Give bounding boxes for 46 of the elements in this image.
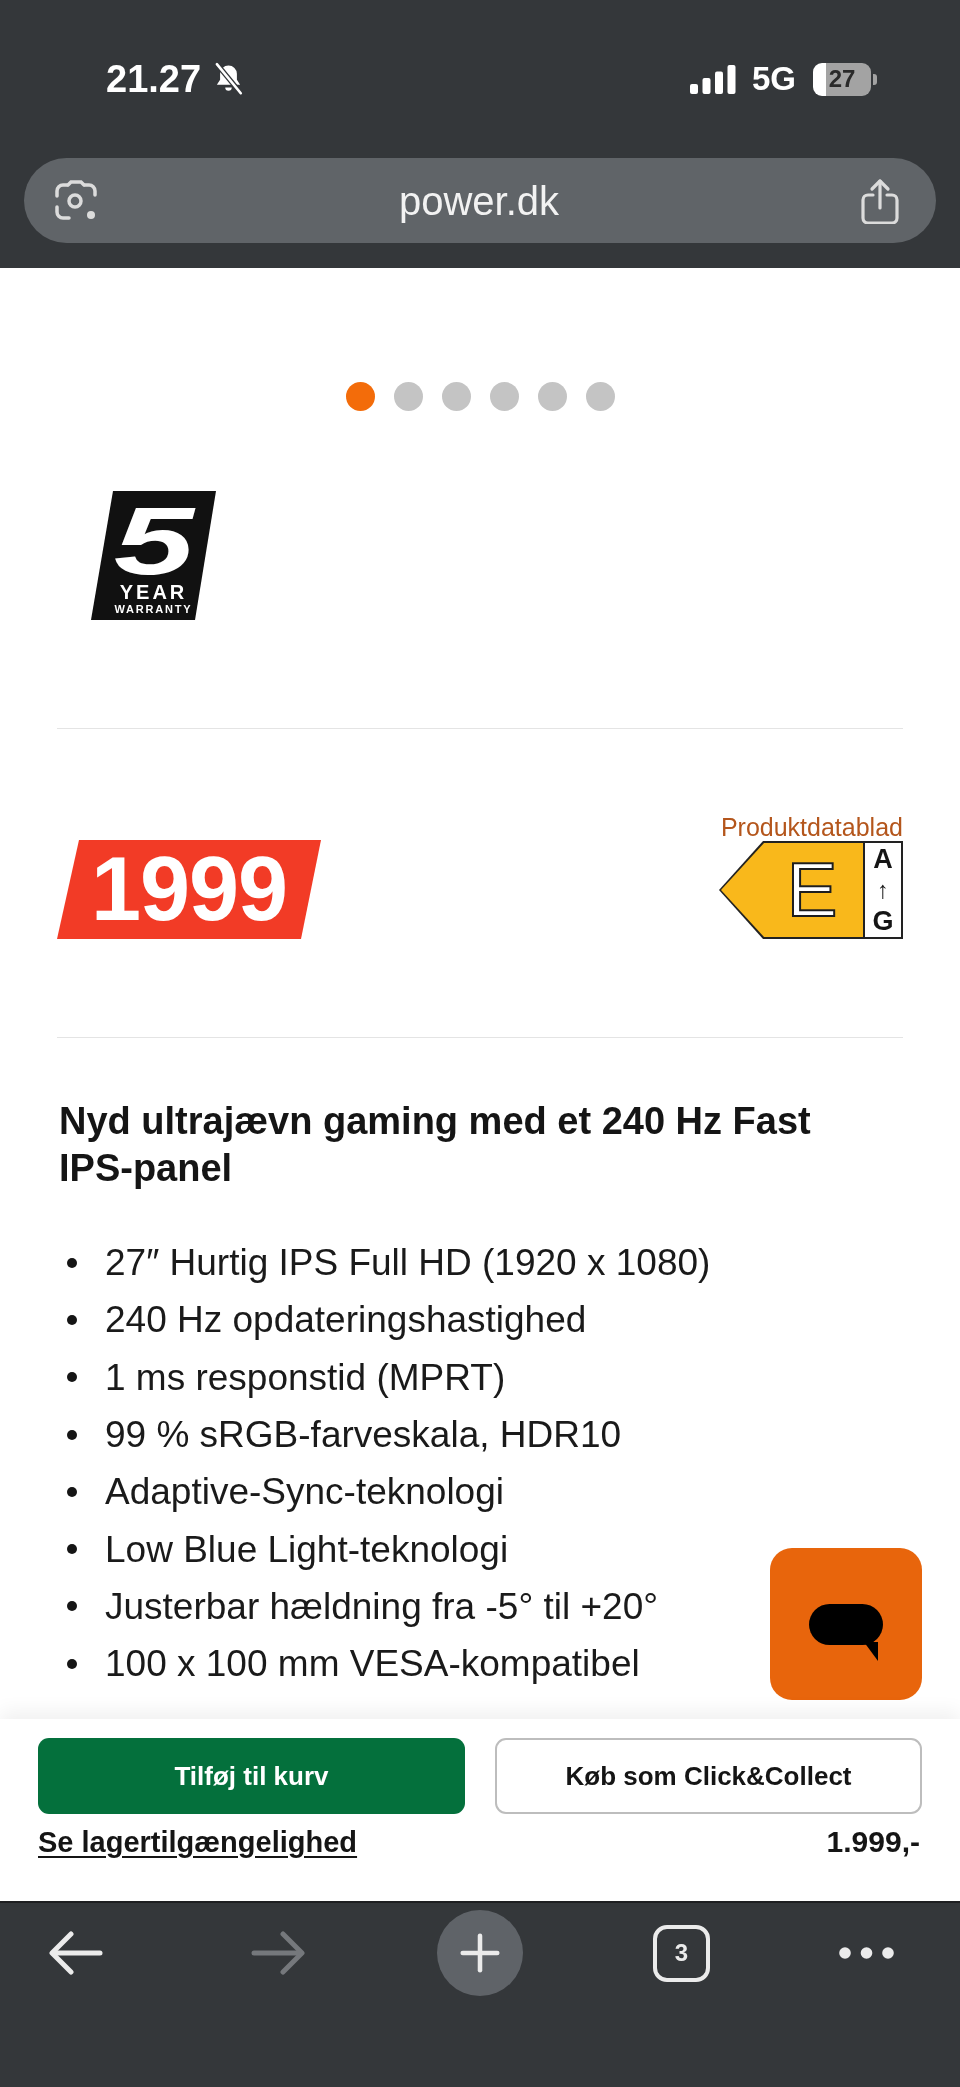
- feature-text: 240 Hz opdateringshastighed: [105, 1298, 587, 1343]
- bullet-icon: [67, 1601, 77, 1612]
- price-text: 1.999,-: [826, 1824, 920, 1860]
- chat-button[interactable]: [770, 1548, 922, 1700]
- carousel-dot[interactable]: [585, 382, 615, 411]
- status-time: 21.27: [106, 57, 202, 101]
- feature-text: 99 % sRGB-farveskala, HDR10: [105, 1413, 622, 1458]
- bullet-icon: [67, 1544, 77, 1555]
- feature-text: Justerbar hældning fra -5° til +20°: [105, 1584, 658, 1629]
- feature-text: Adaptive-Sync-teknologi: [105, 1470, 504, 1515]
- feature-text: Low Blue Light-teknologi: [105, 1527, 509, 1572]
- energy-scale: A ↑ G: [863, 841, 903, 939]
- url-text[interactable]: power.dk: [398, 177, 560, 224]
- address-bar[interactable]: power.dk: [24, 158, 936, 243]
- carousel-dot[interactable]: [393, 382, 423, 411]
- network-type: 5G: [751, 60, 796, 98]
- feature-text: 1 ms responstid (MPRT): [105, 1355, 506, 1400]
- battery-indicator: 27: [813, 62, 877, 96]
- carousel-dot[interactable]: [537, 382, 567, 411]
- warranty-label: WARRANTY: [114, 602, 193, 616]
- chat-bubble-icon: [809, 1604, 883, 1662]
- bullet-icon: [67, 1658, 77, 1669]
- share-icon[interactable]: [860, 177, 900, 224]
- add-to-cart-button[interactable]: Tilføj til kurv: [38, 1738, 465, 1814]
- datasheet-link[interactable]: Produktdatablad: [720, 813, 903, 841]
- feature-text: 100 x 100 mm VESA-kompatibel: [105, 1642, 640, 1687]
- stock-availability-link[interactable]: Se lagertilgængelighed: [38, 1824, 358, 1860]
- bullet-icon: [67, 1486, 77, 1497]
- carousel-dot[interactable]: [489, 382, 519, 411]
- bullet-icon: [67, 1429, 77, 1440]
- warranty-years: 5: [113, 502, 194, 580]
- signal-icon: [689, 64, 736, 94]
- more-icon[interactable]: [839, 1947, 894, 1959]
- bullet-icon: [67, 1372, 77, 1383]
- bullet-icon: [67, 1257, 77, 1268]
- product-headline: Nyd ultrajævn gaming med et 240 Hz Fast IPS-panel: [59, 1099, 812, 1191]
- click-and-collect-button[interactable]: Køb som Click&Collect: [495, 1738, 922, 1814]
- bullet-icon: [67, 1314, 77, 1325]
- warranty-year-label: YEAR: [119, 582, 188, 602]
- carousel-dot[interactable]: [441, 382, 471, 411]
- price-tag: 1999: [57, 840, 321, 939]
- carousel-dot[interactable]: [345, 382, 375, 411]
- plus-icon: [460, 1933, 500, 1973]
- tab-count-button[interactable]: 3: [653, 1924, 710, 1982]
- camera-icon[interactable]: [54, 179, 98, 222]
- feature-text: 27″ Hurtig IPS Full HD (1920 x 1080): [105, 1241, 711, 1286]
